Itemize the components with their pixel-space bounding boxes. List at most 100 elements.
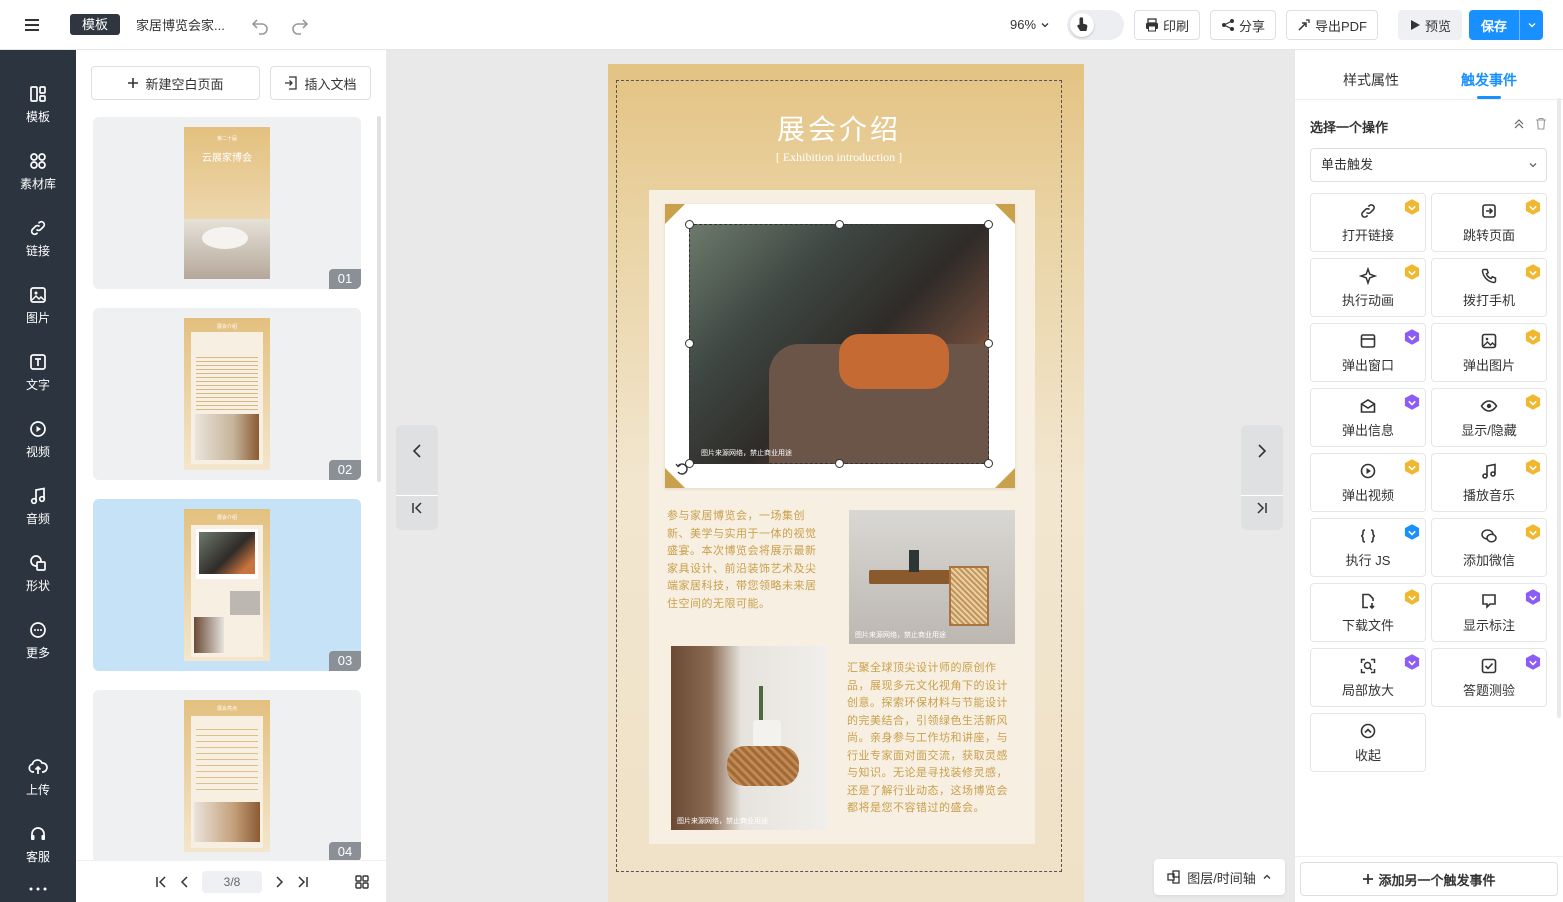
pages-scrollbar[interactable] <box>377 116 381 482</box>
page-thumbnail[interactable]: 展会介绍 03 <box>93 499 361 671</box>
document-title[interactable]: 家居博览会家... <box>136 15 232 34</box>
action-run-animation[interactable]: 执行动画 <box>1310 258 1426 317</box>
resize-handle[interactable] <box>685 220 694 229</box>
action-show-annotation[interactable]: 显示标注 <box>1431 583 1547 642</box>
delete-icon[interactable] <box>1535 117 1547 130</box>
page-pager: 3/8 <box>76 860 386 902</box>
action-run-js[interactable]: 执行 JS <box>1310 518 1426 577</box>
vip-gold-badge-icon <box>1404 199 1420 215</box>
template-badge[interactable]: 模板 <box>70 14 121 35</box>
last-page-icon[interactable] <box>296 875 310 889</box>
interaction-toggle[interactable] <box>1067 10 1124 40</box>
print-button[interactable]: 印刷 <box>1134 10 1201 40</box>
page-thumbnail[interactable]: 展会介绍 02 <box>93 308 361 480</box>
sidebar-item-shape[interactable]: 形状 <box>0 553 76 609</box>
add-trigger-event-button[interactable]: 添加另一个触发事件 <box>1300 862 1558 896</box>
action-open-link[interactable]: 打开链接 <box>1310 193 1426 252</box>
share-button[interactable]: 分享 <box>1210 10 1277 40</box>
save-button[interactable]: 保存 <box>1469 10 1543 40</box>
undo-icon[interactable] <box>250 15 270 35</box>
sidebar-item-video[interactable]: 视频 <box>0 419 76 475</box>
page-indicator[interactable]: 3/8 <box>202 871 262 893</box>
plant-stool-image[interactable]: 图片来源网络，禁止商业用途 <box>671 646 827 830</box>
first-page-icon[interactable] <box>396 485 438 530</box>
collapse-section-icon[interactable] <box>1513 118 1525 130</box>
print-label: 印刷 <box>1163 18 1190 34</box>
chevron-left-icon[interactable] <box>396 425 438 477</box>
sidebar-item-link[interactable]: 链接 <box>0 218 76 274</box>
rotate-handle-icon[interactable] <box>675 462 689 476</box>
tab-trigger-events[interactable]: 触发事件 <box>1461 70 1517 90</box>
sidebar-item-material[interactable]: 素材库 <box>0 151 76 207</box>
thumb-photo <box>194 802 260 842</box>
sidebar-item-audio[interactable]: 音频 <box>0 486 76 542</box>
action-popup-message[interactable]: 弹出信息 <box>1310 388 1426 447</box>
code-icon <box>1360 528 1376 543</box>
vip-blue-badge-icon <box>1404 524 1420 540</box>
action-call-phone[interactable]: 拨打手机 <box>1431 258 1547 317</box>
sidebar-item-support[interactable]: 客服 <box>0 824 76 880</box>
chevron-right-icon[interactable] <box>1241 425 1283 477</box>
action-popup-window[interactable]: 弹出窗口 <box>1310 323 1426 382</box>
panel-scrollbar[interactable] <box>1557 98 1561 718</box>
layer-timeline-button[interactable]: 图层/时间轴 <box>1154 859 1285 895</box>
save-dropdown-icon[interactable] <box>1519 10 1543 40</box>
preview-button[interactable]: 预览 <box>1398 10 1463 40</box>
photo-frame[interactable]: 图片来源网络，禁止商业用途 <box>665 204 1015 488</box>
action-label: 局部放大 <box>1341 682 1394 698</box>
resize-handle[interactable] <box>835 220 844 229</box>
action-add-wechat[interactable]: 添加微信 <box>1431 518 1547 577</box>
plus-icon <box>128 78 139 88</box>
thumb-title: 展会介绍 <box>216 515 237 521</box>
intro-paragraph-1[interactable]: 参与家居博览会，一场集创新、美学与实用于一体的视觉盛宴。本次博览会将展示最新家具… <box>667 508 827 613</box>
sidebar-item-text[interactable]: 文字 <box>0 352 76 408</box>
last-page-icon[interactable] <box>1241 485 1283 530</box>
link-icon <box>1361 203 1375 218</box>
action-popup-video[interactable]: 弹出视频 <box>1310 453 1426 512</box>
action-download-file[interactable]: 下载文件 <box>1310 583 1426 642</box>
sidebar-item-template[interactable]: 模板 <box>0 84 76 140</box>
tab-style-properties[interactable]: 样式属性 <box>1343 70 1399 90</box>
footer-divider <box>1295 856 1563 857</box>
action-zoom-local[interactable]: 局部放大 <box>1310 648 1426 707</box>
action-collapse[interactable]: 收起 <box>1310 713 1426 772</box>
frame-corner-decoration <box>665 204 685 224</box>
page-thumbnail[interactable]: 展会亮点 04 <box>93 690 361 862</box>
hamburger-menu-icon[interactable] <box>22 15 42 35</box>
trigger-select-value: 单击触发 <box>1321 157 1374 172</box>
resize-handle[interactable] <box>835 459 844 468</box>
poster-title[interactable]: 展会介绍 <box>616 108 1062 148</box>
resize-handle[interactable] <box>984 339 993 348</box>
action-popup-image[interactable]: 弹出图片 <box>1431 323 1547 382</box>
ellipsis-icon[interactable] <box>28 886 48 892</box>
resize-handle[interactable] <box>984 459 993 468</box>
action-label: 弹出图片 <box>1462 357 1515 373</box>
sidebar-item-more[interactable]: 更多 <box>0 620 76 676</box>
comment-icon <box>1482 593 1496 609</box>
grid-view-icon[interactable] <box>355 875 369 889</box>
redo-icon[interactable] <box>290 15 310 35</box>
action-play-music[interactable]: 播放音乐 <box>1431 453 1547 512</box>
content-card[interactable]: 图片来源网络，禁止商业用途 参与家居博览会，一场集创新、美学与实用于一体的视觉盛… <box>649 190 1035 844</box>
next-page-icon[interactable] <box>272 875 286 889</box>
prev-page-icon[interactable] <box>178 875 192 889</box>
resize-handle[interactable] <box>984 220 993 229</box>
insert-document-button[interactable]: 插入文档 <box>270 66 371 100</box>
sidebar-item-image[interactable]: 图片 <box>0 285 76 341</box>
resize-handle[interactable] <box>685 339 694 348</box>
action-jump-page[interactable]: 跳转页面 <box>1431 193 1547 252</box>
first-page-icon[interactable] <box>154 875 168 889</box>
action-quiz[interactable]: 答题测验 <box>1431 648 1547 707</box>
trigger-type-select[interactable]: 单击触发 <box>1310 148 1547 182</box>
page-thumbnail[interactable]: 第二十届 云展家博会 01 <box>93 117 361 289</box>
table-chairs-image[interactable]: 图片来源网络，禁止商业用途 <box>849 510 1015 644</box>
intro-paragraph-2[interactable]: 汇聚全球顶尖设计师的原创作品，展现多元文化视角下的设计创意。探索环保材料与节能设… <box>847 660 1017 818</box>
poster-page[interactable]: 展会介绍 [ Exhibition introduction ] 图片来源网络，… <box>608 64 1084 902</box>
share-label: 分享 <box>1239 18 1266 34</box>
action-show-hide[interactable]: 显示/隐藏 <box>1431 388 1547 447</box>
zoom-select[interactable]: 96% <box>1010 17 1050 32</box>
new-blank-page-button[interactable]: 新建空白页面 <box>91 66 260 100</box>
sidebar-item-upload[interactable]: 上传 <box>0 757 76 813</box>
export-pdf-button[interactable]: 导出PDF <box>1286 10 1379 40</box>
poster-subtitle[interactable]: [ Exhibition introduction ] <box>616 150 1062 165</box>
